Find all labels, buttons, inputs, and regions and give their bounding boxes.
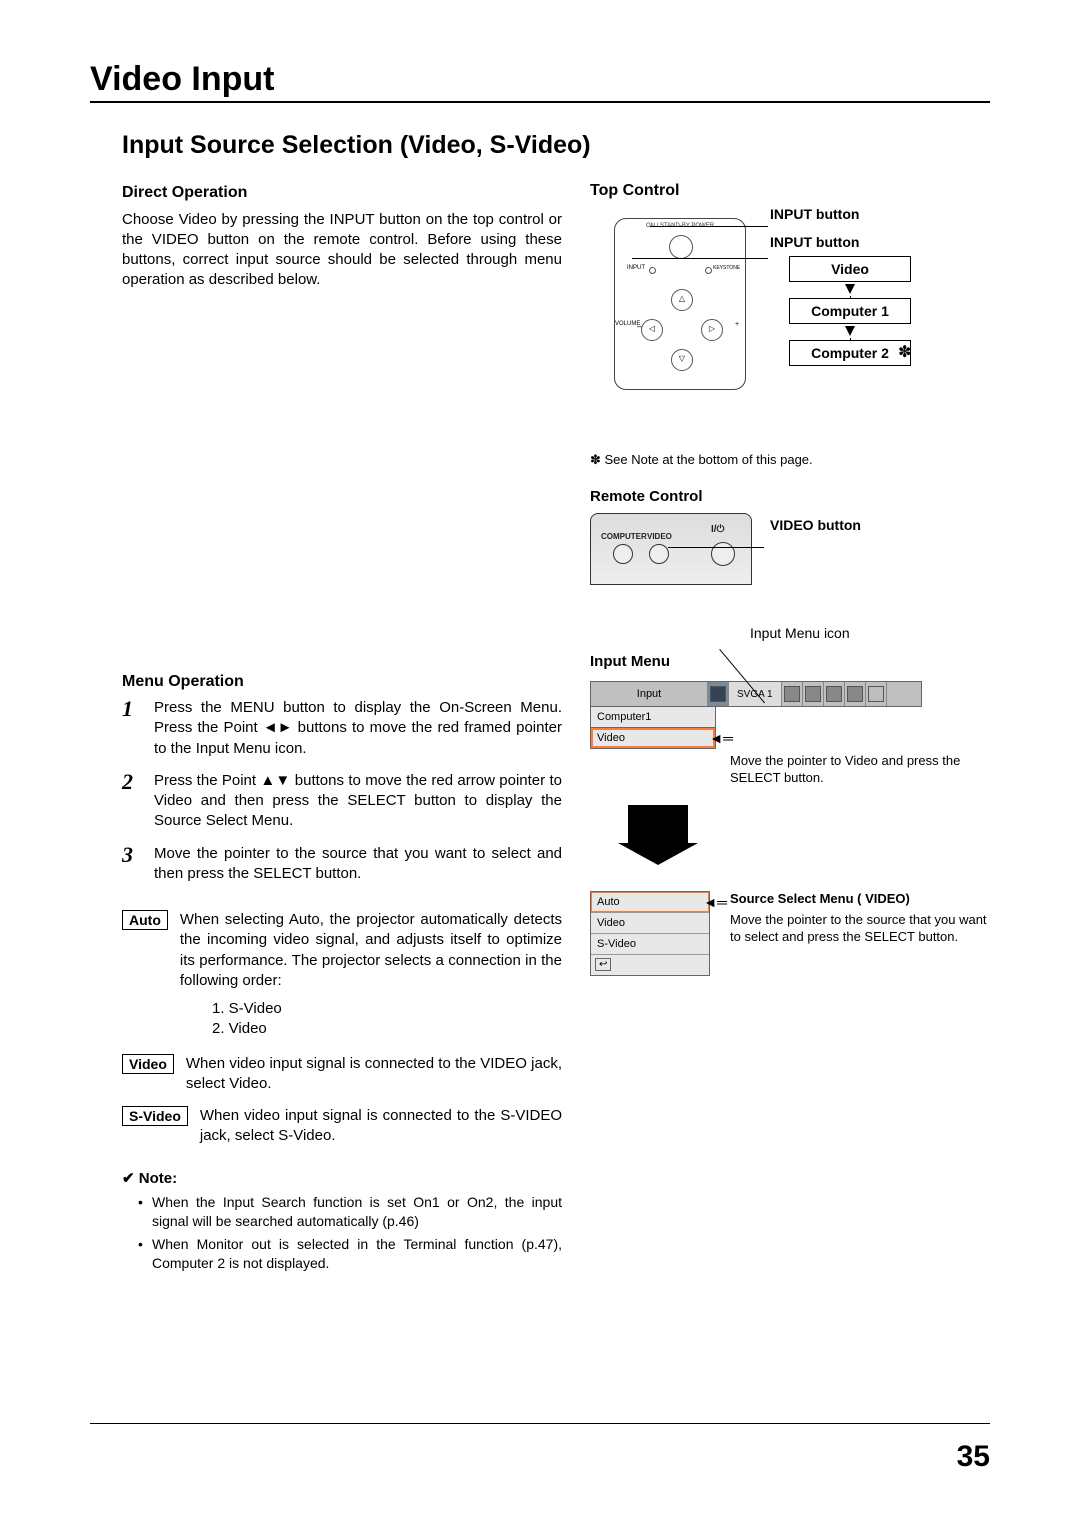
input-menu-row-video: Video ◄═: [590, 728, 716, 749]
remote-label-video: VIDEO: [647, 532, 672, 541]
bar-icon: [824, 682, 845, 706]
flow-box-computer2: Computer 2: [789, 340, 911, 366]
ssm-row-video: Video: [591, 913, 709, 934]
input-menu-row-computer1: Computer1: [590, 707, 716, 728]
remote-power-icon: I/⏻: [711, 524, 724, 535]
bar-icon: [782, 682, 803, 706]
remote-power-button-icon: [711, 542, 735, 566]
option-video-label: Video: [122, 1054, 174, 1074]
note-heading: ✔ Note:: [122, 1169, 562, 1189]
remote-body: COMPUTER VIDEO I/⏻: [590, 513, 752, 585]
power-button-icon: [669, 235, 693, 259]
step-text: Press the MENU button to display the On-…: [154, 698, 562, 759]
star-icon: ✽: [898, 342, 911, 362]
page-title: Video Input: [90, 60, 990, 99]
leader-line: [650, 226, 768, 227]
cross-left-icon: ◁: [641, 319, 663, 341]
option-video-text: When video input signal is connected to …: [186, 1054, 562, 1095]
callout-input-button: INPUT button: [770, 206, 930, 222]
leader-line: [632, 258, 768, 259]
callout-input-button-2: INPUT button: [770, 234, 930, 250]
ssm-back-row: ↩: [591, 955, 709, 975]
flow-box-video: Video: [789, 256, 911, 282]
ssm-row-svideo: S-Video: [591, 934, 709, 955]
option-auto-order2: 2. Video: [212, 1019, 562, 1039]
step-text: Move the pointer to the source that you …: [154, 844, 562, 885]
step-row: 1 Press the MENU button to display the O…: [122, 698, 562, 759]
step-row: 3 Move the pointer to the source that yo…: [122, 844, 562, 885]
section-title: Input Source Selection (Video, S-Video): [122, 131, 990, 160]
remote-video-button-icon: [649, 544, 669, 564]
input-button-icon: [649, 267, 656, 274]
option-auto-label: Auto: [122, 910, 168, 930]
top-control-heading: Top Control: [590, 182, 990, 200]
input-menu-heading: Input Menu: [590, 653, 670, 670]
note-item: When the Input Search function is set On…: [142, 1193, 562, 1231]
input-menu-icon-label: Input Menu icon: [750, 625, 850, 641]
step-text: Press the Point ▲▼ buttons to move the r…: [154, 771, 562, 832]
bar-icon: [803, 682, 824, 706]
big-arrow-icon: Video: [628, 805, 688, 843]
option-svideo-label: S-Video: [122, 1106, 188, 1126]
top-control-footnote: ✽ See Note at the bottom of this page.: [590, 452, 990, 468]
step-number: 1: [122, 698, 144, 759]
direct-op-heading: Direct Operation: [122, 182, 562, 204]
bar-mode: SVGA 1: [729, 682, 782, 706]
remote-computer-button-icon: [613, 544, 633, 564]
step-number: 3: [122, 844, 144, 885]
pointer-arrow-icon: ◄═: [703, 894, 727, 910]
option-auto-order1: 1. S-Video: [212, 999, 562, 1019]
source-select-menu: Auto ◄═ Video S-Video ↩: [590, 891, 710, 976]
arrow-down-icon: [845, 326, 855, 336]
remote-label-computer: COMPUTER: [601, 532, 647, 541]
label-plus: +: [735, 321, 739, 328]
cross-down-icon: ▽: [671, 349, 693, 371]
pointer-arrow-icon: ◄═: [709, 730, 733, 746]
menu-op-heading: Menu Operation: [122, 671, 562, 693]
flow-box-computer1: Computer 1: [789, 298, 911, 324]
divider: [90, 101, 990, 103]
callout-video-button: VIDEO button: [770, 517, 861, 533]
row-label: Video: [597, 732, 625, 744]
option-svideo-text: When video input signal is connected to …: [200, 1106, 562, 1147]
row-label: Auto: [597, 896, 620, 908]
bottom-divider: [90, 1423, 990, 1424]
ssm-note: Move the pointer to the source that you …: [730, 912, 990, 946]
cross-right-icon: ▷: [701, 319, 723, 341]
ssm-heading: Source Select Menu ( VIDEO): [730, 891, 990, 908]
input-menu-note: Move the pointer to Video and press the …: [730, 753, 990, 787]
cross-up-icon: △: [671, 289, 693, 311]
label-input: INPUT: [627, 265, 645, 271]
leader-line: [668, 547, 764, 548]
remote-control-heading: Remote Control: [590, 488, 990, 505]
bar-icon: [866, 682, 887, 706]
step-row: 2 Press the Point ▲▼ buttons to move the…: [122, 771, 562, 832]
bar-label-input: Input: [591, 682, 708, 706]
note-item: When Monitor out is selected in the Term…: [142, 1235, 562, 1273]
page-number: 35: [957, 1440, 990, 1474]
ssm-row-auto: Auto ◄═: [591, 892, 709, 913]
big-arrow-label: Video: [628, 848, 688, 863]
option-auto-text: When selecting Auto, the projector autom…: [180, 910, 562, 991]
label-keystone: KEYSTONE: [713, 265, 740, 271]
direct-op-body: Choose Video by pressing the INPUT butto…: [122, 210, 562, 291]
step-number: 2: [122, 771, 144, 832]
arrow-down-icon: [845, 284, 855, 294]
back-icon: ↩: [595, 958, 611, 971]
keystone-button-icon: [705, 267, 712, 274]
bar-icon: [845, 682, 866, 706]
top-control-panel: ON / STAND-BY POWER INPUT KEYSTONE VOLUM…: [614, 218, 746, 390]
bar-input-icon: [708, 682, 729, 706]
